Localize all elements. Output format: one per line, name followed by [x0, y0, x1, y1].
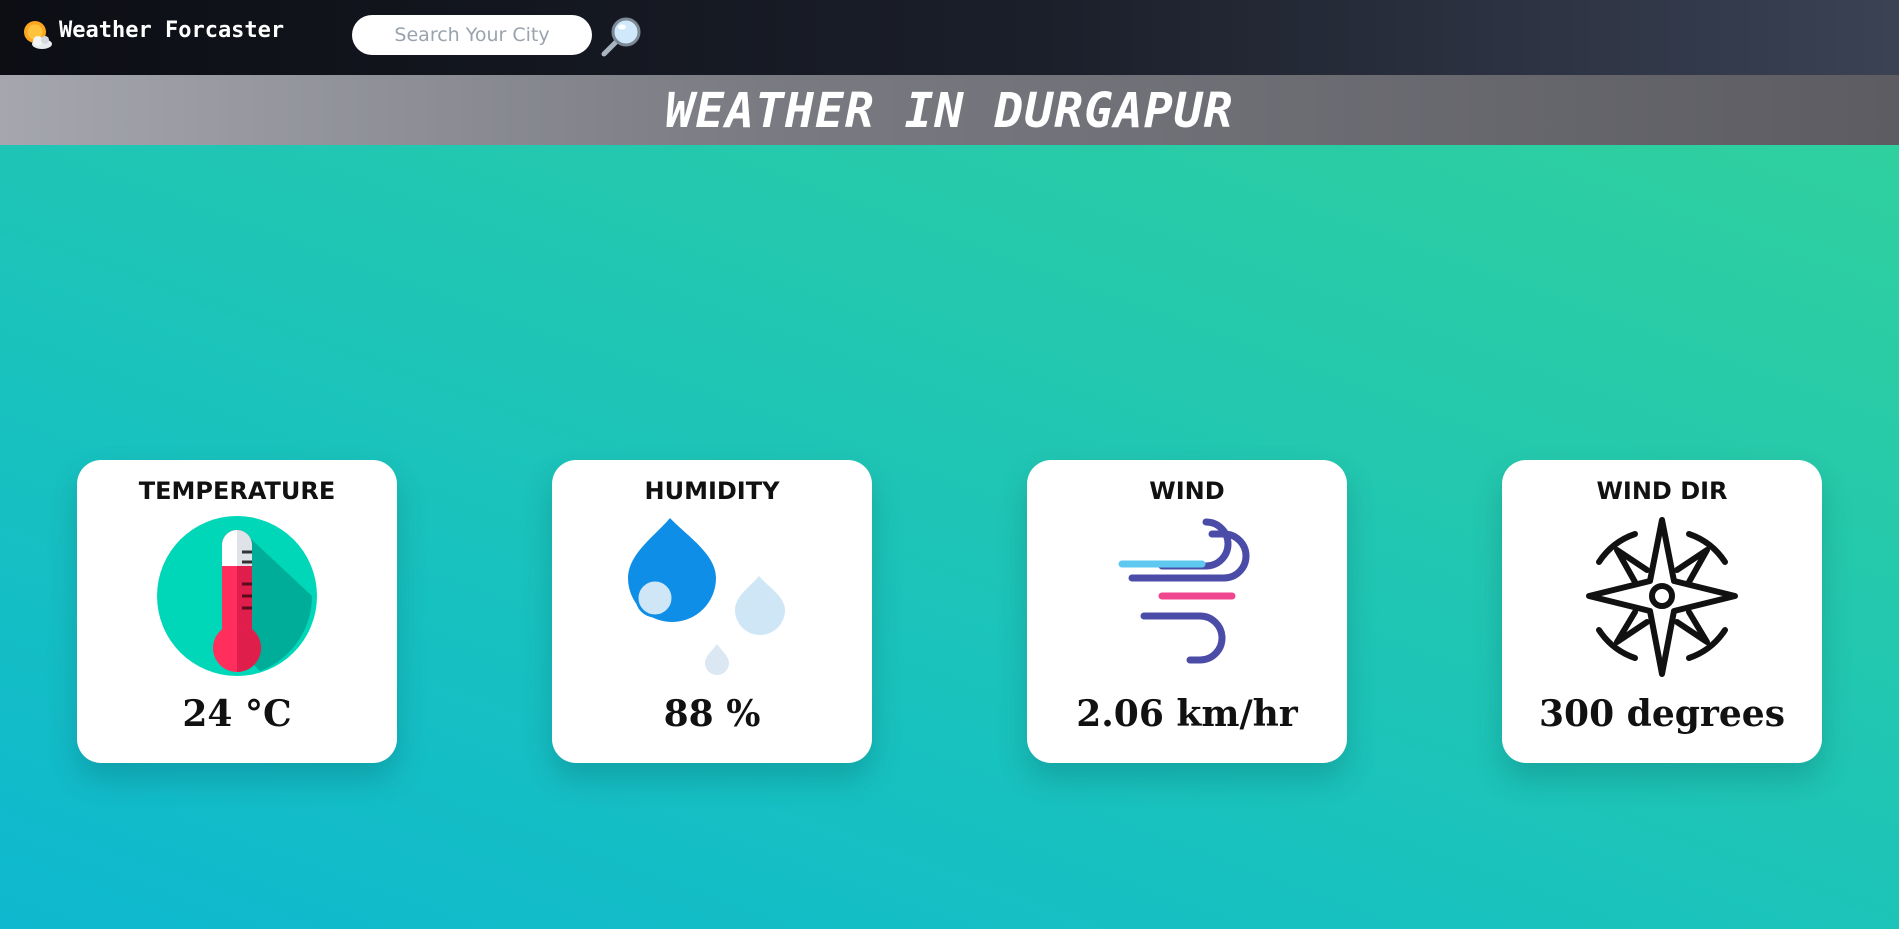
compass-icon — [1586, 517, 1738, 677]
partly-sunny-icon — [24, 21, 52, 49]
wind-icon — [1118, 518, 1250, 664]
wind-dir-value: 300 degrees — [1539, 693, 1785, 735]
wind-value: 2.06 km/hr — [1076, 693, 1298, 735]
humidity-card: HUMIDITY 88 % — [552, 460, 872, 763]
card-title: WIND — [1149, 477, 1225, 505]
brand-title[interactable]: Weather Forcaster — [59, 18, 284, 43]
page-title: WEATHER IN DURGAPUR — [665, 83, 1234, 139]
wind-card: WIND 2.06 km/hr — [1027, 460, 1347, 763]
card-title: HUMIDITY — [644, 477, 780, 505]
card-title: TEMPERATURE — [138, 477, 336, 505]
humidity-value: 88 % — [663, 693, 761, 735]
search-button[interactable] — [598, 12, 646, 60]
water-drops-icon — [628, 518, 785, 675]
card-title: WIND DIR — [1596, 477, 1728, 505]
temperature-card: TEMPERATURE 24 °C — [77, 460, 397, 763]
title-bar: WEATHER IN DURGAPUR — [0, 75, 1899, 145]
navbar: Weather Forcaster — [0, 0, 1899, 75]
wind-dir-card: WIND DIR 300 degrees — [1502, 460, 1822, 763]
temperature-value: 24 °C — [182, 693, 292, 735]
search-input[interactable] — [352, 15, 592, 55]
thermometer-icon — [157, 516, 317, 676]
search-icon — [601, 17, 641, 57]
